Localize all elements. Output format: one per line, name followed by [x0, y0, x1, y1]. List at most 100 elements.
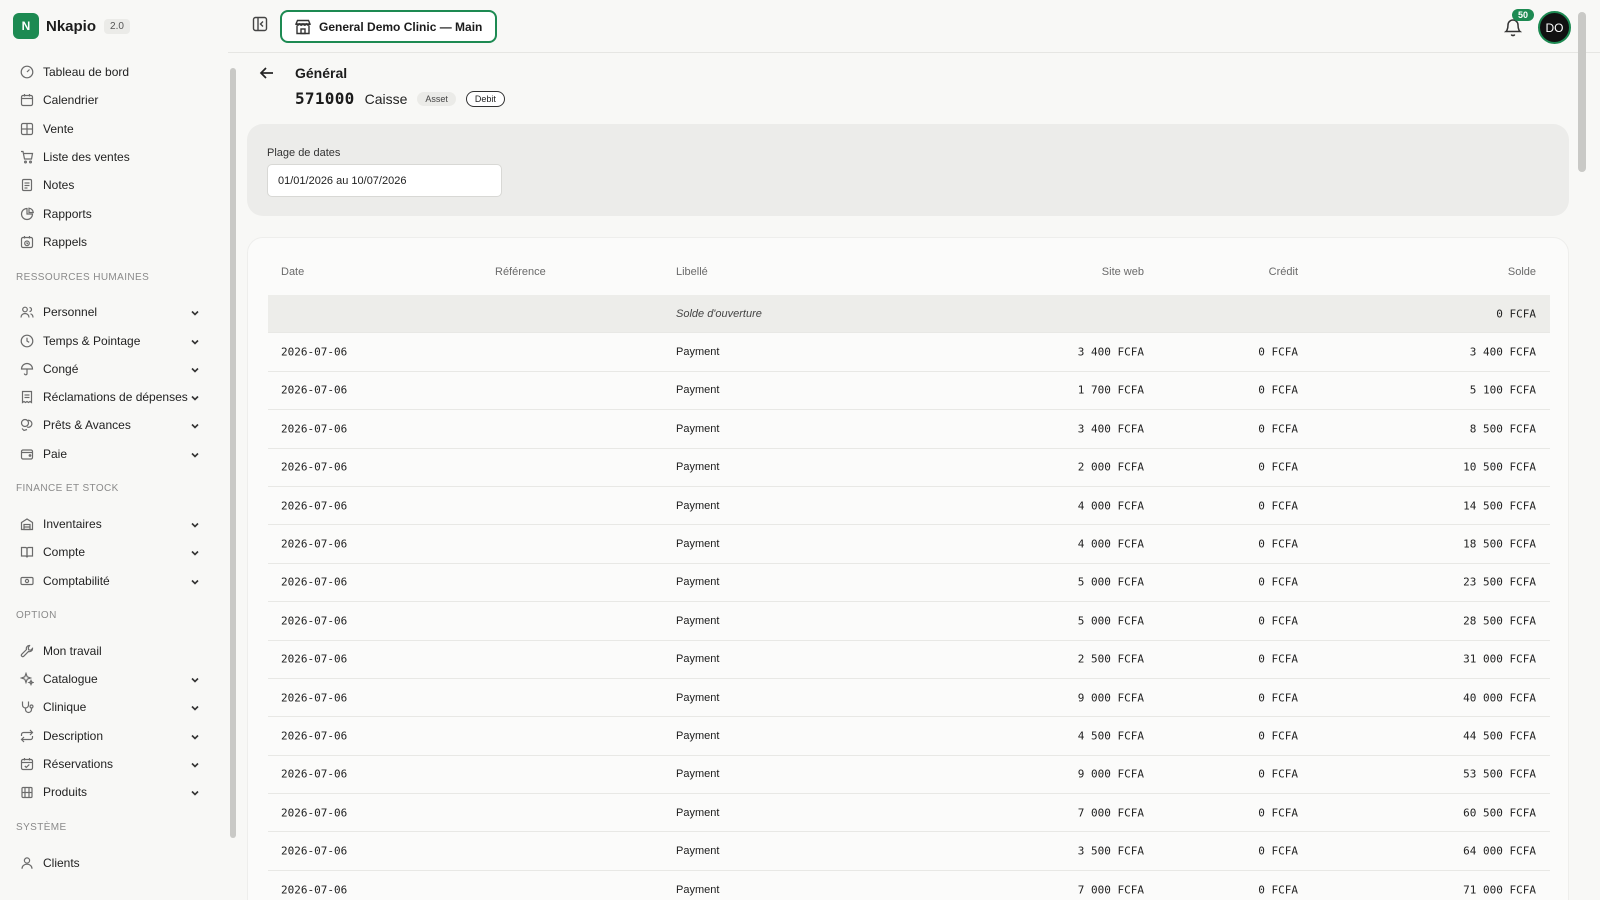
chevron-down-icon[interactable] [190, 449, 200, 459]
header-balance[interactable]: Solde [1508, 266, 1536, 278]
cell-credit: 0 FCFA [1258, 729, 1298, 743]
header-credit[interactable]: Crédit [1269, 266, 1298, 278]
chevron-down-icon[interactable] [190, 674, 200, 684]
table-row[interactable]: 2026-07-06 Payment 5 000 FCFA 0 FCFA 23 500 … [268, 564, 1550, 603]
chevron-down-icon[interactable] [190, 731, 200, 741]
chevron-down-icon[interactable] [190, 702, 200, 712]
cell-web: 9 000 FCFA [1077, 691, 1144, 705]
chevron-down-icon[interactable] [190, 392, 200, 402]
user-icon [20, 856, 34, 870]
chevron-down-icon[interactable] [190, 420, 200, 430]
sidebar-nav: Tableau de bord Calendrier Vente Liste des … [0, 58, 228, 877]
cell-balance: 71 000 FCFA [1463, 883, 1536, 897]
chevron-down-icon[interactable] [190, 576, 200, 586]
grid-icon [20, 122, 34, 136]
chevron-down-icon[interactable] [190, 307, 200, 317]
sidebar-item-paie[interactable]: Paie [0, 440, 228, 468]
cell-credit: 0 FCFA [1258, 691, 1298, 705]
cell-web: 5 000 FCFA [1077, 614, 1144, 628]
sidebar-item-rappels[interactable]: Rappels [0, 228, 228, 256]
account-line: 571000 Caisse Asset Debit [295, 89, 505, 108]
cell-web: 1 700 FCFA [1077, 383, 1144, 397]
sidebar-item-label: Comptabilité [43, 573, 110, 588]
sidebar-item-notes[interactable]: Notes [0, 171, 228, 199]
cell-web: 3 400 FCFA [1077, 422, 1144, 436]
sidebar-item-comptabilite[interactable]: Comptabilité [0, 566, 228, 594]
sidebar-toggle-icon[interactable] [252, 16, 268, 32]
cell-label: Payment [676, 729, 720, 742]
table-row[interactable]: 2026-07-06 Payment 5 000 FCFA 0 FCFA 28 500 … [268, 602, 1550, 641]
header-date[interactable]: Date [281, 266, 304, 278]
sidebar-item-clients[interactable]: Clients [0, 849, 228, 877]
cell-label: Payment [676, 691, 720, 704]
table-row[interactable]: 2026-07-06 Payment 7 000 FCFA 0 FCFA 60 500 … [268, 794, 1550, 833]
sidebar-item-reservations[interactable]: Réservations [0, 750, 228, 778]
table-row[interactable]: 2026-07-06 Payment 3 400 FCFA 0 FCFA 3 400 F… [268, 333, 1550, 372]
cell-label: Payment [676, 461, 720, 474]
table-row[interactable]: 2026-07-06 Payment 9 000 FCFA 0 FCFA 40 000 … [268, 679, 1550, 718]
section-title-ressources-humaines: RESSOURCES HUMAINES [16, 271, 150, 283]
table-row[interactable]: 2026-07-06 Payment 4 000 FCFA 0 FCFA 18 500 … [268, 525, 1550, 564]
chevron-down-icon[interactable] [190, 759, 200, 769]
date-range-label: Plage de dates [267, 147, 341, 159]
sidebar-item-personnel[interactable]: Personnel [0, 298, 228, 326]
chevron-down-icon[interactable] [190, 519, 200, 529]
sidebar-item-reclamations-de-depenses[interactable]: Réclamations de dépenses [0, 383, 228, 411]
sidebar-item-inventaires[interactable]: Inventaires [0, 510, 228, 538]
cell-date: 2026-07-06 [281, 652, 348, 666]
table-row[interactable]: 2026-07-06 Payment 1 700 FCFA 0 FCFA 5 100 F… [268, 372, 1550, 411]
cart-icon [20, 150, 34, 164]
sidebar-item-compte[interactable]: Compte [0, 538, 228, 566]
sidebar-item-tableau-de-bord[interactable]: Tableau de bord [0, 58, 228, 86]
table-row[interactable]: 2026-07-06 Payment 4 000 FCFA 0 FCFA 14 500 … [268, 487, 1550, 526]
header-reference[interactable]: Référence [495, 266, 546, 278]
sidebar-item-temps-pointage[interactable]: Temps & Pointage [0, 326, 228, 354]
chevron-down-icon[interactable] [190, 547, 200, 557]
gauge-icon [20, 65, 34, 79]
table-row[interactable]: 2026-07-06 Payment 2 000 FCFA 0 FCFA 10 500 … [268, 449, 1550, 487]
sidebar-item-prets-avances[interactable]: Prêts & Avances [0, 411, 228, 439]
chevron-down-icon[interactable] [190, 787, 200, 797]
sidebar-item-produits[interactable]: Produits [0, 778, 228, 806]
cell-label: Payment [676, 653, 720, 666]
sidebar-item-description[interactable]: Description [0, 722, 228, 750]
table-row[interactable]: 2026-07-06 Payment 3 400 FCFA 0 FCFA 8 500 F… [268, 410, 1550, 449]
cell-date: 2026-07-06 [281, 767, 348, 781]
sidebar-item-label: Rappels [43, 234, 88, 249]
chevron-down-icon[interactable] [190, 364, 200, 374]
section-title-systeme: SYSTÈME [16, 822, 67, 834]
header-web[interactable]: Site web [1102, 266, 1144, 278]
clinic-selector-button[interactable]: General Demo Clinic — Main [280, 10, 498, 43]
sidebar-item-catalogue[interactable]: Catalogue [0, 665, 228, 693]
date-range-input[interactable]: 01/01/2026 au 10/07/2026 [267, 164, 502, 197]
sidebar-item-rapports[interactable]: Rapports [0, 199, 228, 227]
cell-credit: 0 FCFA [1258, 575, 1298, 589]
cell-label: Payment [676, 614, 720, 627]
back-arrow-icon[interactable] [258, 64, 276, 82]
table-row[interactable]: 2026-07-06 Payment 4 500 FCFA 0 FCFA 44 500 … [268, 717, 1550, 756]
cell-credit: 0 FCFA [1258, 345, 1298, 359]
brand[interactable]: N Nkapio 2.0 [13, 13, 130, 39]
book-icon [20, 545, 34, 559]
table-row[interactable]: 2026-07-06 Payment 9 000 FCFA 0 FCFA 53 500 … [268, 756, 1550, 795]
sidebar-item-clinique[interactable]: Clinique [0, 693, 228, 721]
header-label[interactable]: Libellé [676, 266, 708, 278]
cell-date: 2026-07-06 [281, 883, 348, 897]
cell-balance: 28 500 FCFA [1463, 614, 1536, 628]
cell-balance: 60 500 FCFA [1463, 806, 1536, 820]
main-scrollbar[interactable] [1578, 0, 1586, 900]
sidebar-item-conge[interactable]: Congé [0, 355, 228, 383]
sidebar-item-vente[interactable]: Vente [0, 115, 228, 143]
table-row[interactable]: 2026-07-06 Payment 2 500 FCFA 0 FCFA 31 000 … [268, 641, 1550, 679]
sidebar-item-mon-travail[interactable]: Mon travail [0, 637, 228, 665]
table-row[interactable]: 2026-07-06 Payment 3 500 FCFA 0 FCFA 64 000 … [268, 832, 1550, 871]
cell-date: 2026-07-06 [281, 614, 348, 628]
sidebar-item-calendrier[interactable]: Calendrier [0, 86, 228, 114]
chevron-down-icon[interactable] [190, 336, 200, 346]
table-row[interactable]: 2026-07-06 Payment 7 000 FCFA 0 FCFA 71 000 … [268, 871, 1550, 900]
cell-balance: 64 000 FCFA [1463, 844, 1536, 858]
sidebar-item-liste-des-ventes[interactable]: Liste des ventes [0, 143, 228, 171]
sidebar-scrollbar[interactable] [230, 58, 236, 900]
calendar-icon [20, 93, 34, 107]
avatar[interactable]: DO [1538, 11, 1571, 44]
